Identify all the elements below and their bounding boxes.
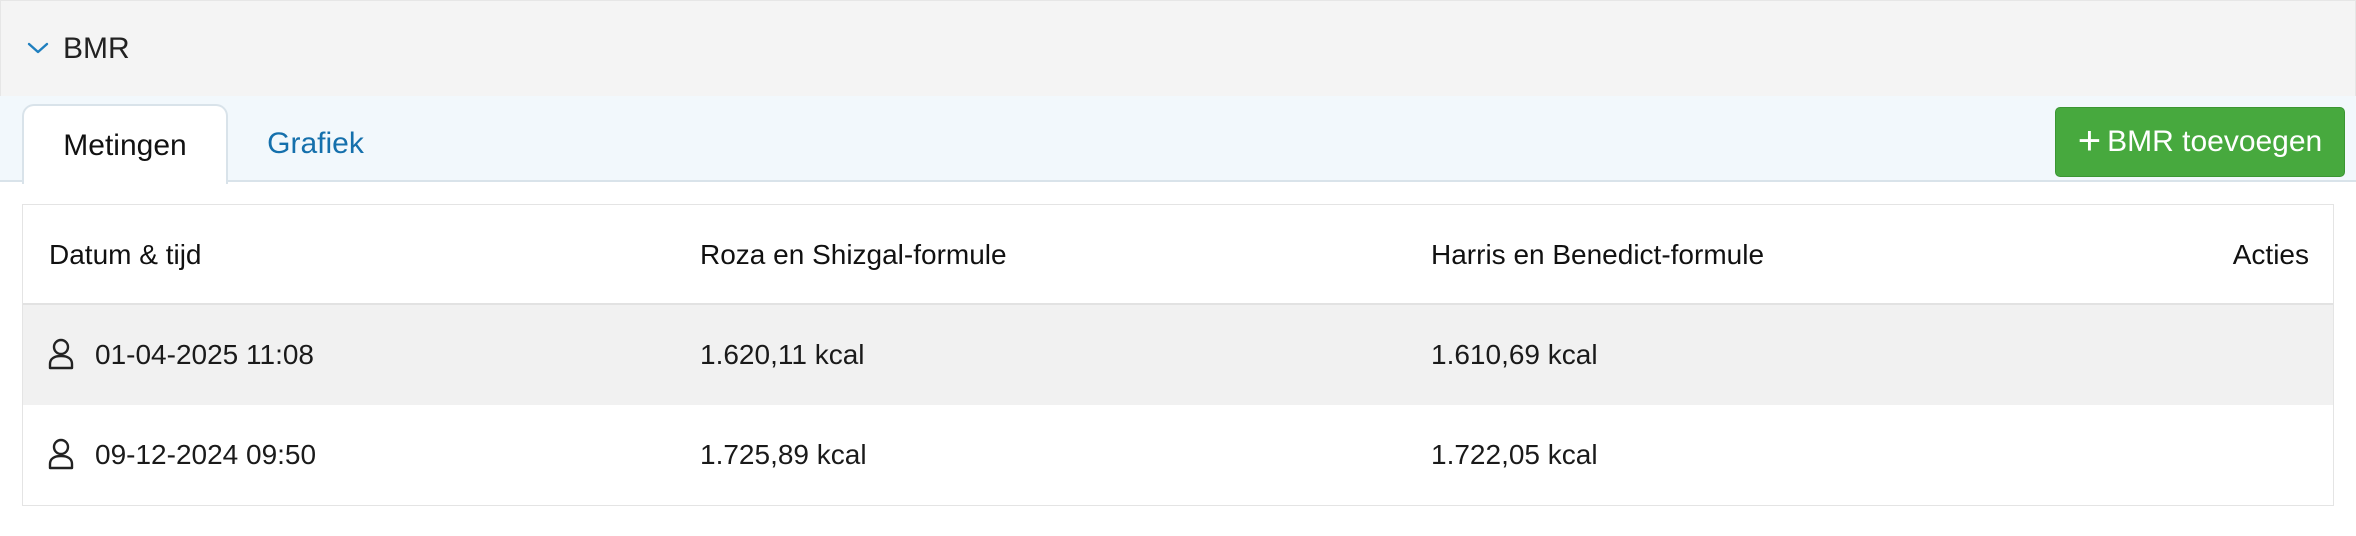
table-header: Datum & tijd Roza en Shizgal-formule Har…: [23, 205, 2333, 305]
chevron-down-icon[interactable]: [27, 41, 49, 55]
measurements-table: Datum & tijd Roza en Shizgal-formule Har…: [22, 204, 2334, 506]
tab-grafiek[interactable]: Grafiek: [238, 104, 393, 184]
tab-bar: Metingen Grafiek + BMR toevoegen: [0, 96, 2356, 184]
column-header-harris-benedict[interactable]: Harris en Benedict-formule: [1431, 238, 1764, 272]
row-datetime: 01-04-2025 11:08: [95, 339, 314, 370]
row-harris-value: 1.722,05 kcal: [1431, 439, 1598, 470]
row-roza-value: 1.725,89 kcal: [700, 439, 867, 470]
table-row[interactable]: 09-12-2024 09:50 1.725,89 kcal 1.722,05 …: [23, 405, 2333, 505]
section-title: BMR: [63, 32, 130, 65]
add-bmr-button[interactable]: + BMR toevoegen: [2055, 107, 2345, 177]
section-header[interactable]: BMR: [0, 0, 2356, 97]
table-row[interactable]: 01-04-2025 11:08 1.620,11 kcal 1.610,69 …: [23, 305, 2333, 405]
column-header-datetime[interactable]: Datum & tijd: [49, 238, 202, 272]
column-header-roza-shizgal[interactable]: Roza en Shizgal-formule: [700, 238, 1007, 272]
tab-metingen[interactable]: Metingen: [22, 104, 228, 184]
row-roza-value: 1.620,11 kcal: [700, 339, 865, 370]
user-icon: [48, 438, 74, 470]
column-header-actions: Acties: [2232, 239, 2309, 270]
add-bmr-button-label: BMR toevoegen: [2107, 125, 2323, 158]
user-icon: [48, 338, 74, 370]
bmr-panel: BMR Metingen Grafiek + BMR toevoegen Datu…: [0, 0, 2356, 536]
row-harris-value: 1.610,69 kcal: [1431, 339, 1598, 370]
plus-icon: +: [2077, 119, 2102, 163]
row-datetime: 09-12-2024 09:50: [95, 439, 317, 470]
